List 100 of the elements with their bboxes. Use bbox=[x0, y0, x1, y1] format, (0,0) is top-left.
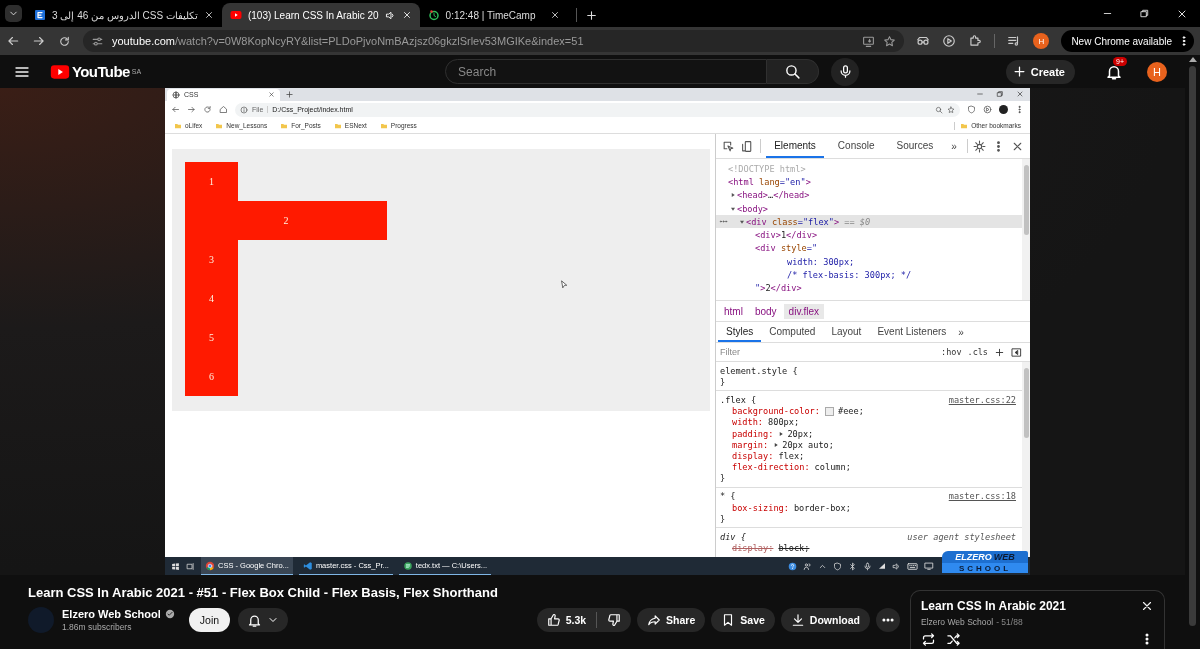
create-button[interactable]: Create bbox=[1005, 59, 1075, 84]
filter-field[interactable]: Filter bbox=[720, 347, 936, 357]
breadcrumb[interactable]: body bbox=[749, 303, 782, 319]
voice-search-button[interactable] bbox=[831, 57, 860, 86]
browser-tab[interactable]: (103) Learn CSS In Arabic 20 bbox=[221, 3, 420, 27]
dom-row[interactable]: <div>1</div> bbox=[716, 228, 1022, 242]
start-icon[interactable] bbox=[171, 561, 180, 571]
save-button[interactable]: Save bbox=[711, 608, 775, 632]
collapsed-arrow-icon[interactable] bbox=[730, 192, 736, 199]
scrollbar[interactable] bbox=[1022, 159, 1030, 300]
address-bar[interactable]: youtube.com/watch?v=0W8KopNcyRY&list=PLDoPjvoNmBAzjsz06gkzlSrlev53MGIKe&index=51 bbox=[83, 30, 905, 52]
device-icon[interactable] bbox=[741, 139, 754, 153]
more-icon[interactable] bbox=[1015, 105, 1024, 114]
back-icon[interactable] bbox=[171, 105, 180, 114]
closing-brace: } bbox=[720, 376, 726, 387]
dom-row[interactable]: <body> bbox=[716, 201, 1022, 216]
hover-toggle[interactable]: :hov bbox=[941, 347, 962, 357]
channel-name[interactable]: Elzero Web School bbox=[62, 608, 161, 620]
task-view-icon[interactable] bbox=[186, 561, 195, 571]
flex-item: 5 bbox=[185, 318, 238, 357]
browser-tab[interactable]: 0:12:48 | TimeCamp bbox=[419, 3, 568, 27]
new-tab-icon[interactable] bbox=[584, 9, 598, 22]
playlist-channel[interactable]: Elzero Web School bbox=[921, 617, 994, 627]
home-icon[interactable] bbox=[219, 105, 228, 114]
styles-tab[interactable]: Styles bbox=[718, 322, 762, 342]
new-rule-icon[interactable] bbox=[994, 346, 1005, 358]
speaker-icon[interactable] bbox=[892, 561, 901, 571]
search-button[interactable] bbox=[767, 59, 820, 84]
star-icon[interactable] bbox=[947, 105, 955, 114]
settings-icon[interactable] bbox=[973, 139, 986, 153]
keyboard-icon[interactable] bbox=[907, 560, 918, 572]
dom-row[interactable]: <div class="flex"> == $0 bbox=[716, 215, 1022, 229]
display-icon[interactable] bbox=[924, 561, 934, 571]
sidebar-toggle-icon[interactable] bbox=[1011, 346, 1022, 358]
close-icon[interactable] bbox=[549, 10, 560, 20]
close-icon[interactable] bbox=[203, 10, 214, 20]
restore-icon[interactable] bbox=[1139, 8, 1150, 19]
close-icon bbox=[268, 91, 275, 99]
notes-app-icon[interactable] bbox=[402, 560, 413, 571]
devtools-tab[interactable]: Elements bbox=[766, 134, 824, 158]
forward-icon[interactable] bbox=[32, 34, 46, 48]
devtools-tab[interactable]: Sources bbox=[888, 134, 942, 158]
star-icon[interactable] bbox=[883, 34, 897, 48]
breadcrumb[interactable]: div.flex bbox=[783, 303, 824, 319]
reload-icon[interactable] bbox=[203, 105, 212, 114]
breadcrumb[interactable]: html bbox=[719, 303, 748, 319]
update-button[interactable]: New Chrome available bbox=[1061, 30, 1194, 52]
like-button[interactable]: 5.3k bbox=[536, 608, 597, 632]
code-line: <div>1</div> bbox=[755, 230, 818, 241]
dom-row[interactable]: <html lang="en"> bbox=[716, 175, 1022, 189]
editor-app-icon[interactable] bbox=[302, 560, 313, 571]
signal-icon[interactable] bbox=[878, 562, 886, 570]
people-icon[interactable] bbox=[803, 561, 812, 571]
site-settings-icon[interactable] bbox=[91, 34, 104, 48]
styles-tab[interactable]: Event Listeners bbox=[869, 322, 955, 342]
tab-search-button[interactable] bbox=[5, 5, 22, 22]
bluetooth-icon[interactable] bbox=[848, 561, 857, 571]
help-icon[interactable] bbox=[788, 561, 797, 571]
loop-icon[interactable] bbox=[921, 632, 936, 647]
class-toggle[interactable]: .cls bbox=[967, 347, 988, 357]
play-favicon-icon bbox=[229, 9, 242, 21]
styles-tab[interactable]: Computed bbox=[761, 322, 824, 342]
playlist-position: - 51/88 bbox=[996, 617, 1023, 627]
dom-row[interactable]: <div style=" bbox=[716, 241, 1022, 256]
back-icon[interactable] bbox=[6, 34, 20, 48]
more-tabs[interactable]: » bbox=[954, 326, 968, 338]
shield-icon[interactable] bbox=[967, 105, 976, 114]
browser-app-icon[interactable] bbox=[205, 560, 215, 571]
forward-icon[interactable] bbox=[187, 105, 196, 114]
shuffle-icon[interactable] bbox=[946, 632, 961, 647]
install-icon[interactable] bbox=[862, 34, 876, 48]
glasses-icon[interactable] bbox=[916, 34, 931, 48]
play-circle-icon[interactable] bbox=[983, 105, 992, 114]
restore-icon[interactable] bbox=[996, 90, 1004, 99]
profile-avatar[interactable] bbox=[999, 105, 1008, 114]
notifications-button[interactable] bbox=[238, 608, 289, 632]
color-swatch[interactable] bbox=[824, 406, 834, 416]
download-button[interactable]: Download bbox=[780, 608, 870, 632]
more-tabs[interactable]: » bbox=[947, 140, 961, 152]
share-button[interactable]: Share bbox=[637, 608, 706, 632]
logo-text[interactable]: YouTube bbox=[72, 63, 130, 80]
puzzle-icon[interactable] bbox=[968, 34, 983, 48]
styles-tab[interactable]: Layout bbox=[823, 322, 870, 342]
dom-row[interactable]: <head>…</head> bbox=[716, 188, 1022, 202]
video-frame[interactable] bbox=[165, 88, 1030, 575]
devtools-tab[interactable]: Console bbox=[829, 134, 883, 158]
mic-icon[interactable] bbox=[863, 561, 872, 571]
browser-tab[interactable]: تكليفات CSS الدروس من 46 إلى 3 bbox=[26, 3, 222, 27]
search-field[interactable]: Search bbox=[445, 59, 768, 84]
inspect-icon[interactable] bbox=[722, 139, 735, 153]
more-button[interactable] bbox=[876, 608, 900, 632]
join-button[interactable]: Join bbox=[188, 608, 231, 632]
reload-icon[interactable] bbox=[58, 34, 71, 48]
css-value: block; bbox=[778, 543, 810, 554]
source-link[interactable]: master.css:22 bbox=[948, 394, 1016, 405]
scrollbar[interactable] bbox=[1022, 362, 1030, 557]
playlist-title[interactable]: Learn CSS In Arabic 2021 bbox=[921, 599, 1140, 613]
source-link[interactable]: master.css:18 bbox=[948, 491, 1016, 502]
close-icon[interactable] bbox=[401, 10, 412, 20]
close-icon[interactable] bbox=[1140, 599, 1154, 613]
